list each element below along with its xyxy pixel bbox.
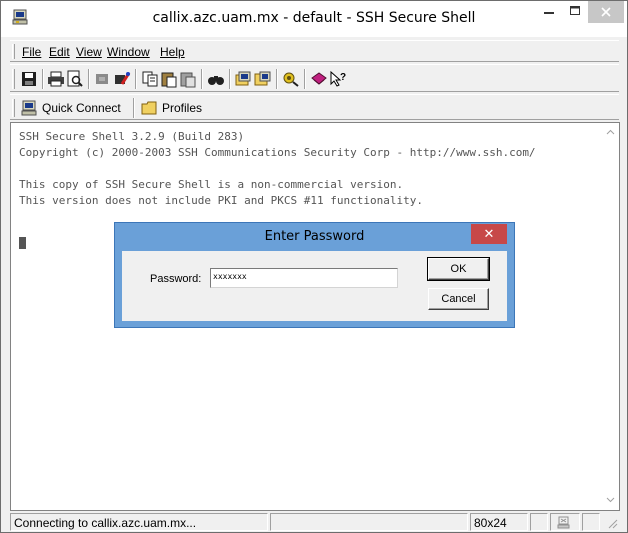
folder-icon xyxy=(141,101,157,115)
settings-icon[interactable] xyxy=(254,70,272,88)
menu-file[interactable]: File xyxy=(22,45,41,59)
close-icon: ✕ xyxy=(483,226,495,242)
dialog-title: Enter Password xyxy=(264,229,365,244)
toolbar: ? xyxy=(10,64,619,92)
scroll-up-arrow-icon[interactable] xyxy=(606,128,615,137)
ok-button[interactable]: OK xyxy=(427,257,490,281)
terminal-line: This version does not include PKI and PK… xyxy=(19,194,423,207)
print-preview-icon[interactable] xyxy=(66,70,84,88)
svg-text:?: ? xyxy=(340,72,346,83)
file-transfer-icon[interactable] xyxy=(235,70,253,88)
help-book-icon[interactable] xyxy=(310,70,328,88)
toolbar-separator xyxy=(201,69,203,89)
maximize-button[interactable] xyxy=(562,1,588,23)
quick-connect-icon xyxy=(21,100,37,116)
quick-bar-separator xyxy=(133,98,135,118)
menu-edit[interactable]: Edit xyxy=(49,45,70,59)
menu-view[interactable]: View xyxy=(76,45,102,59)
status-pane-small xyxy=(530,513,548,531)
menu-bar-grip[interactable] xyxy=(12,44,15,59)
menu-window[interactable]: Window xyxy=(107,45,150,59)
status-pane-small xyxy=(582,513,600,531)
toolbar-separator xyxy=(304,69,306,89)
status-pane-icon xyxy=(550,513,580,531)
terminal-line: SSH Secure Shell 3.2.9 (Build 283) xyxy=(19,130,245,143)
print-icon[interactable] xyxy=(47,70,65,88)
properties-icon[interactable] xyxy=(282,70,300,88)
dialog-body: Password: xxxxxxx OK Cancel xyxy=(122,251,507,321)
toolbar-separator xyxy=(42,69,44,89)
network-status-icon xyxy=(557,516,570,529)
status-pane-empty xyxy=(270,513,468,531)
paste-icon[interactable] xyxy=(160,70,178,88)
terminal-size: 80x24 xyxy=(470,513,528,531)
profiles-button[interactable]: Profiles xyxy=(141,99,202,117)
status-bar: Connecting to callix.azc.uam.mx... 80x24 xyxy=(10,512,620,532)
toolbar-separator xyxy=(135,69,137,89)
toolbar-separator xyxy=(88,69,90,89)
ssh-client-window: callix.azc.uam.mx - default - SSH Secure… xyxy=(0,0,628,533)
context-help-icon[interactable]: ? xyxy=(329,70,347,88)
window-title: callix.azc.uam.mx - default - SSH Secure… xyxy=(152,10,476,26)
quick-connect-bar: Quick Connect Profiles xyxy=(10,94,619,120)
disconnect-icon[interactable] xyxy=(94,70,112,88)
cancel-button[interactable]: Cancel xyxy=(428,288,489,310)
enter-password-dialog: Enter Password ✕ Password: xxxxxxx OK Ca… xyxy=(114,222,515,328)
vertical-scrollbar[interactable] xyxy=(602,123,619,510)
terminal-line: Copyright (c) 2000-2003 SSH Communicatio… xyxy=(19,146,536,159)
toolbar-separator xyxy=(229,69,231,89)
paste-alt-icon[interactable] xyxy=(179,70,197,88)
terminal-cursor xyxy=(19,237,26,249)
copy-icon[interactable] xyxy=(141,70,159,88)
toolbar-grip[interactable] xyxy=(12,69,15,89)
connect-icon[interactable] xyxy=(113,70,131,88)
close-window-button[interactable] xyxy=(588,1,624,23)
quick-connect-label: Quick Connect xyxy=(42,101,121,115)
resize-grip-icon[interactable] xyxy=(606,517,618,529)
find-icon[interactable] xyxy=(207,70,225,88)
quick-bar-grip[interactable] xyxy=(12,99,15,117)
minimize-button[interactable] xyxy=(536,1,562,23)
toolbar-separator xyxy=(276,69,278,89)
password-field[interactable]: xxxxxxx xyxy=(210,268,398,288)
title-bar: callix.azc.uam.mx - default - SSH Secure… xyxy=(1,1,627,37)
menu-help[interactable]: Help xyxy=(160,45,185,59)
status-message: Connecting to callix.azc.uam.mx... xyxy=(10,513,268,531)
menu-bar: File Edit View Window Help xyxy=(10,40,619,62)
password-label: Password: xyxy=(150,273,202,285)
save-icon[interactable] xyxy=(20,70,38,88)
dialog-close-button[interactable]: ✕ xyxy=(471,224,507,244)
quick-connect-button[interactable]: Quick Connect xyxy=(21,99,121,117)
terminal-output: SSH Secure Shell 3.2.9 (Build 283) Copyri… xyxy=(19,129,536,209)
terminal-line: This copy of SSH Secure Shell is a non-c… xyxy=(19,178,404,191)
profiles-label: Profiles xyxy=(162,101,203,115)
scroll-down-arrow-icon[interactable] xyxy=(606,495,615,504)
dialog-title-bar[interactable]: Enter Password ✕ xyxy=(115,223,514,251)
